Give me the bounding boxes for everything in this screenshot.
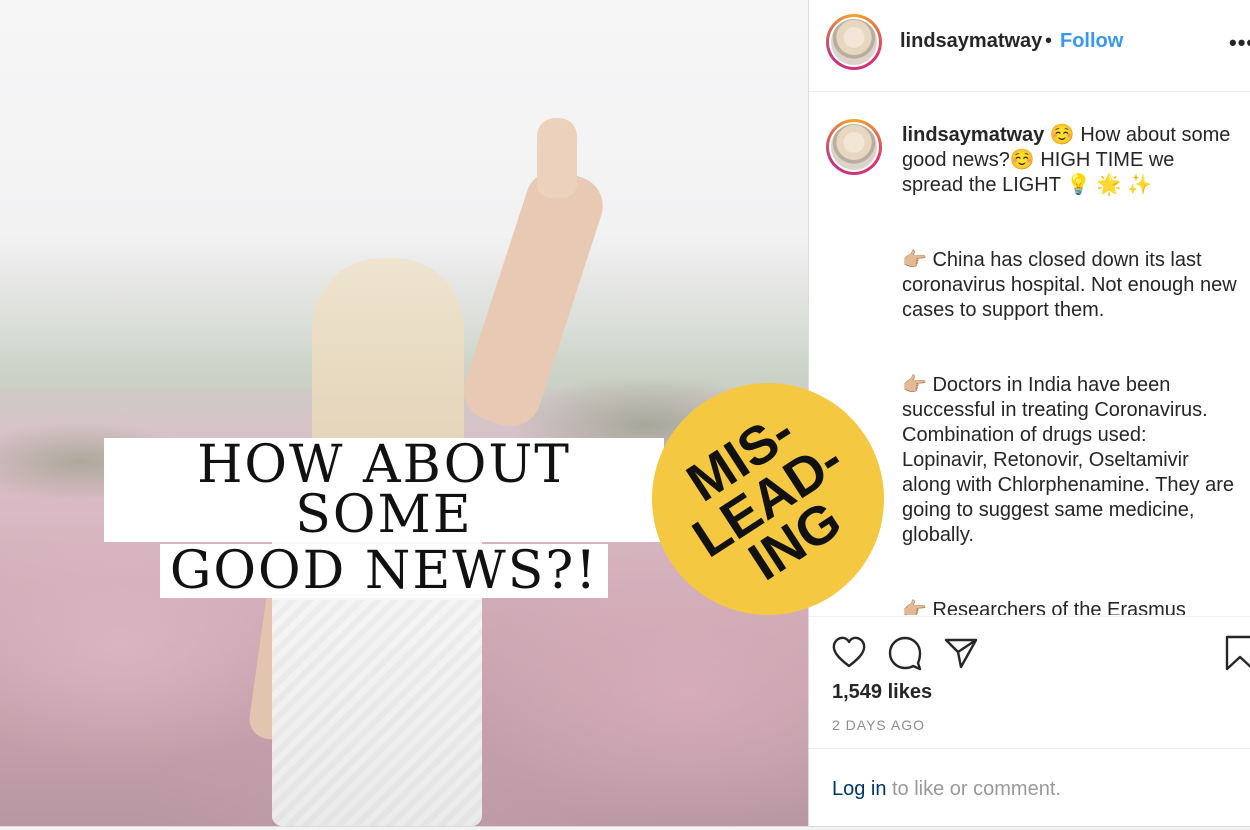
- bookmark-icon[interactable]: [1225, 635, 1250, 671]
- peace-sign-hand: [537, 118, 577, 198]
- image-headline: HOW ABOUT SOME GOOD NEWS?!: [104, 438, 664, 598]
- post-image[interactable]: HOW ABOUT SOME GOOD NEWS?!: [0, 0, 808, 826]
- caption-point: 👉🏼 Doctors in India have been successful…: [902, 373, 1237, 548]
- post-sidebar: lindsaymatway • Follow ••• lindsaymatway…: [808, 0, 1250, 826]
- headline-line-1: HOW ABOUT SOME: [104, 438, 664, 542]
- paper-plane-icon[interactable]: [943, 635, 979, 671]
- follow-button[interactable]: Follow: [1060, 30, 1123, 53]
- caption-avatar[interactable]: [826, 119, 882, 175]
- caption-intro: lindsaymatway ☺️ How about some good new…: [902, 123, 1237, 198]
- pointing-hand-icon: 👉🏼: [902, 599, 927, 615]
- heart-icon[interactable]: [831, 635, 867, 671]
- caption-point-text: Doctors in India have been successful in…: [902, 374, 1235, 546]
- header-username[interactable]: lindsaymatway: [900, 30, 1042, 53]
- caption-avatar-photo: [831, 124, 877, 170]
- header-separator: •: [1045, 30, 1053, 52]
- woman-figure: [0, 0, 808, 826]
- misleading-badge: MIS- LEAD- ING: [652, 383, 884, 615]
- caption-point: 👉🏼 China has closed down its last corona…: [902, 248, 1237, 323]
- caption-text: lindsaymatway ☺️ How about some good new…: [902, 123, 1237, 615]
- caption-point-text: China has closed down its last coronavir…: [902, 249, 1237, 321]
- headline-line-2: GOOD NEWS?!: [159, 544, 609, 598]
- comment-icon[interactable]: [887, 635, 923, 671]
- avatar[interactable]: [826, 14, 882, 70]
- page-bottom-divider: [0, 826, 1250, 830]
- caption-point: 👉🏼 Researchers of the Erasmus Medical Ce…: [902, 598, 1237, 615]
- pointing-hand-icon: 👉🏼: [902, 249, 927, 271]
- login-link[interactable]: Log in: [832, 778, 887, 801]
- action-bar: 1,549 likes 2 DAYS AGO: [809, 616, 1250, 748]
- avatar-photo: [831, 19, 877, 65]
- caption-username[interactable]: lindsaymatway: [902, 124, 1044, 146]
- raised-arm: [456, 162, 611, 435]
- caption-point-text: Researchers of the Erasmus Medical Cente…: [932, 599, 1186, 615]
- instagram-post: HOW ABOUT SOME GOOD NEWS?! MIS- LEAD- IN…: [0, 0, 1250, 830]
- login-prompt-text: to like or comment.: [892, 778, 1061, 800]
- pointing-hand-icon: 👉🏼: [902, 374, 927, 396]
- more-options-icon[interactable]: •••: [1229, 30, 1250, 56]
- post-timestamp: 2 DAYS AGO: [832, 717, 925, 733]
- login-prompt: Log in to like or comment.: [809, 748, 1250, 826]
- likes-count[interactable]: 1,549 likes: [832, 681, 932, 704]
- dress-lace: [272, 600, 482, 826]
- post-header: lindsaymatway • Follow •••: [809, 0, 1250, 92]
